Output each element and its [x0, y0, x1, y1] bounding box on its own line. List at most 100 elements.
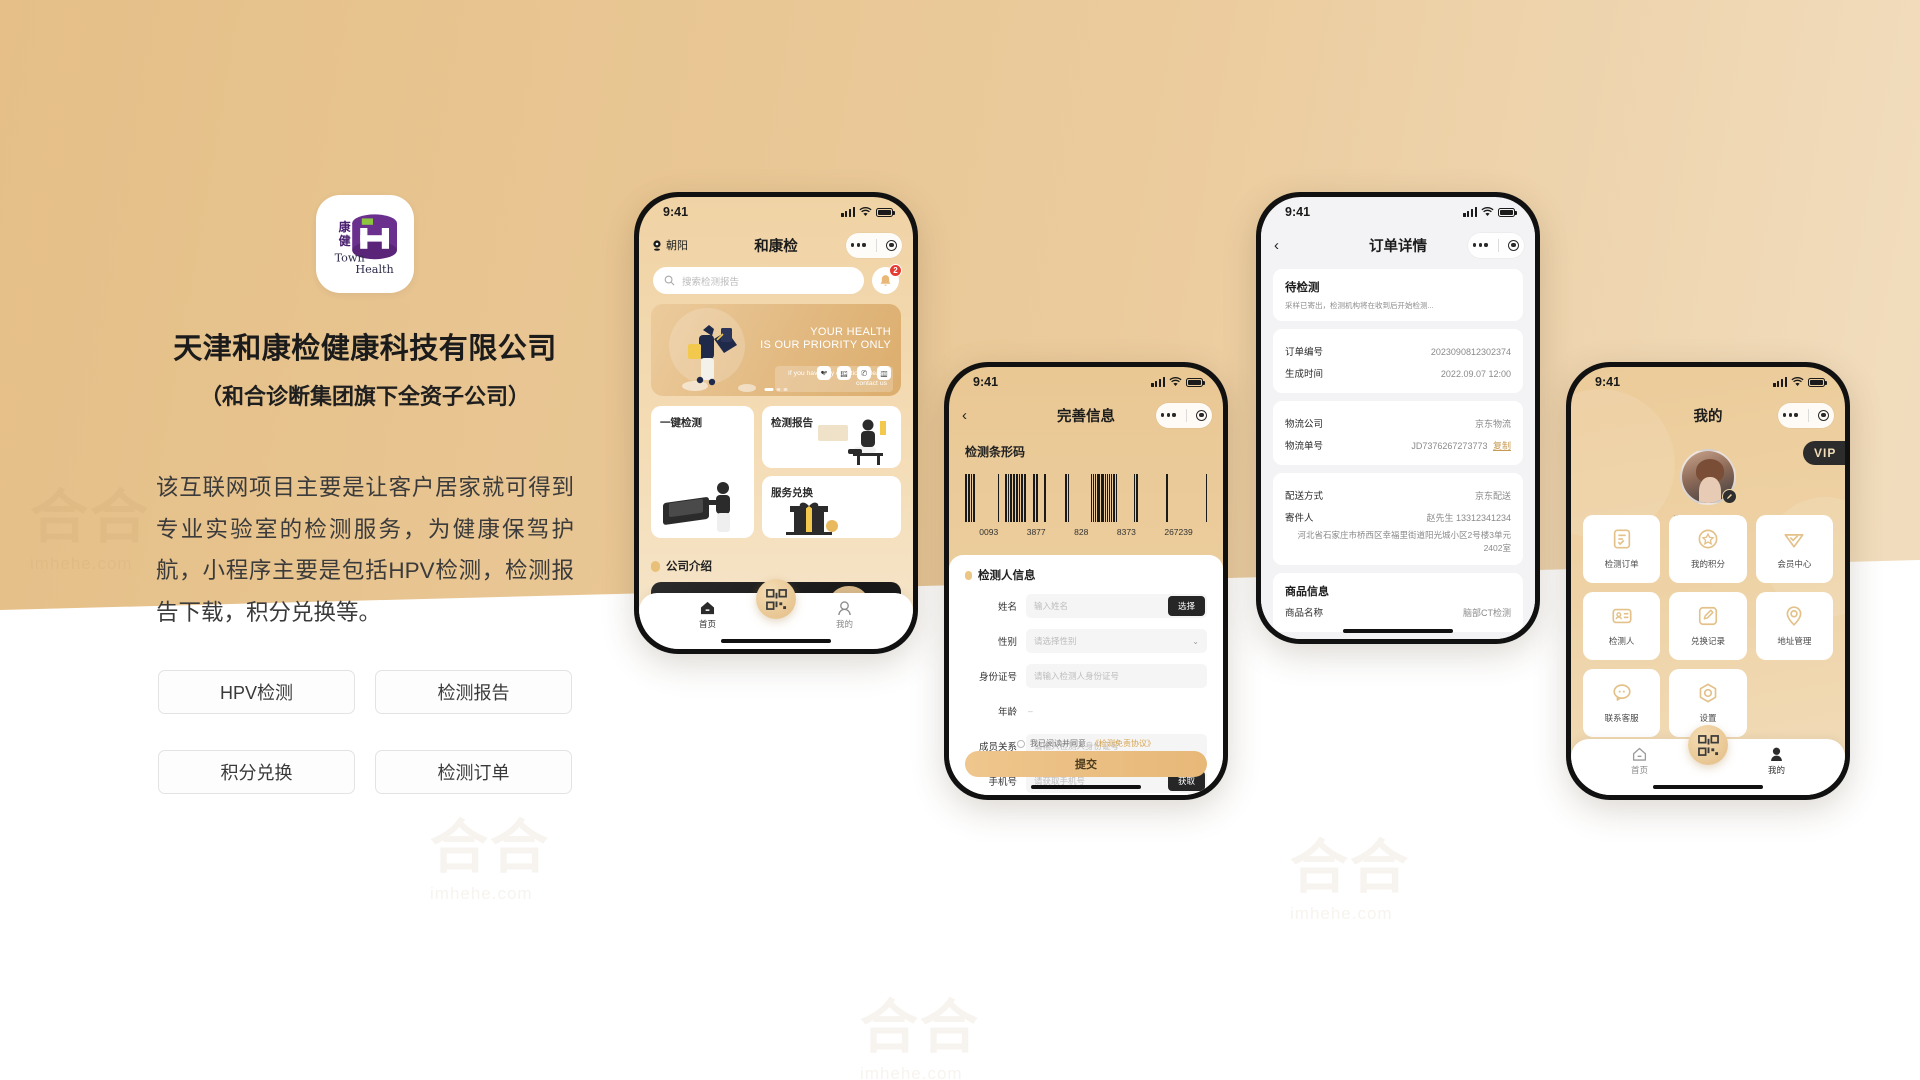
nav-bar: 朝阳 和康检: [639, 227, 913, 263]
section-title: 公司介绍: [666, 561, 712, 573]
scan-button[interactable]: [756, 579, 796, 619]
nav-bar: 我的: [1571, 397, 1845, 433]
name-input[interactable]: 输入姓名 选择: [1026, 594, 1207, 618]
wechat-capsule[interactable]: [1468, 232, 1524, 258]
menu-item-tester[interactable]: 检测人: [1583, 592, 1661, 660]
row-key: 商品名称: [1285, 607, 1324, 619]
battery-icon: [1186, 377, 1206, 387]
search-input[interactable]: 搜索检测报告: [653, 267, 864, 294]
bottom-tab-bar: 首页 我的: [639, 579, 913, 649]
placeholder-text: –: [1028, 706, 1033, 716]
wechat-capsule[interactable]: [846, 232, 902, 258]
battery-icon: [876, 207, 896, 217]
back-button[interactable]: ‹: [962, 407, 967, 424]
agreement-link[interactable]: 《检测免责协议》: [1091, 738, 1155, 749]
capsule-divider: [1497, 238, 1499, 252]
close-target-icon[interactable]: [886, 239, 898, 251]
menu-item-exchange-history[interactable]: 兑换记录: [1669, 592, 1747, 660]
back-button[interactable]: ‹: [1274, 237, 1279, 254]
avatar-wrapper[interactable]: [1680, 449, 1737, 505]
idcard-input[interactable]: 请输入检测人身份证号: [1026, 664, 1207, 688]
menu-item-membership[interactable]: 会员中心: [1755, 515, 1833, 583]
form-screen: 9:41 ‹ 完善信息 检测条形码 0093 3877 828 8373 267…: [949, 367, 1223, 795]
home-indicator: [1653, 785, 1763, 789]
tab-home[interactable]: 首页: [1571, 747, 1708, 776]
battery-icon: [1808, 377, 1828, 387]
tag-test-order[interactable]: 检测订单: [375, 749, 572, 794]
notification-badge: 2: [889, 264, 902, 277]
more-icon[interactable]: [1472, 243, 1488, 247]
barcode-section: 检测条形码 0093 3877 828 8373 267239: [949, 433, 1223, 551]
age-value: –: [1026, 699, 1207, 723]
menu-item-address[interactable]: 地址管理: [1755, 592, 1833, 660]
watermark: 合合imhehe.com: [860, 995, 981, 1080]
row-value: 赵先生 13312341234: [1426, 513, 1511, 523]
row-value: 脑部CT检测: [1463, 607, 1511, 618]
notification-button[interactable]: 2: [872, 264, 902, 294]
row-key: 寄件人: [1285, 513, 1314, 524]
more-icon[interactable]: [1160, 413, 1176, 417]
close-target-icon[interactable]: [1508, 239, 1520, 251]
status-time: 9:41: [663, 205, 689, 219]
field-age: 年龄 –: [965, 699, 1207, 723]
select-person-button[interactable]: 选择: [1167, 596, 1205, 616]
status-time: 9:41: [1595, 375, 1621, 389]
town-health-logo-icon: 康 健 Town Health: [335, 214, 397, 276]
agreement-checkbox[interactable]: [1017, 739, 1025, 748]
banner-contact-note: If you have any questions please contact…: [775, 366, 893, 392]
menu-label: 设置: [1699, 713, 1717, 723]
menu-item-points[interactable]: 我的积分: [1669, 515, 1747, 583]
location-indicator[interactable]: 朝阳: [652, 237, 688, 253]
tag-test-report[interactable]: 检测报告: [375, 669, 572, 714]
home-indicator: [1343, 629, 1453, 633]
page-title: 订单详情: [1369, 238, 1427, 255]
gender-select[interactable]: 请选择性别 ⌄: [1026, 629, 1207, 653]
tab-label: 我的: [1767, 765, 1785, 775]
order-status-desc: 采样已寄出，检测机构将在收到后开始检测...: [1285, 301, 1434, 310]
tester-form-card: 检测人信息 姓名 输入姓名 选择 性别 请选择性别 ⌄ 身份证号 请输入检测人身…: [949, 555, 1223, 795]
page-title: 完善信息: [1057, 408, 1115, 425]
more-icon[interactable]: [850, 243, 866, 247]
order-body: 待检测 采样已寄出，检测机构将在收到后开始检测... 订单编号 20230908…: [1261, 263, 1535, 639]
project-description: 该互联网项目主要是让客户居家就可得到专业实验室的检测服务，为健康保驾护航，小程序…: [156, 475, 574, 625]
card-one-click-test[interactable]: 一键检测: [651, 406, 754, 538]
edit-avatar-button[interactable]: [1722, 489, 1737, 504]
tracking-number-text: JD7376267273773: [1411, 441, 1488, 451]
wechat-capsule[interactable]: [1778, 402, 1834, 428]
qr-scan-icon: [1697, 734, 1719, 756]
home-icon: [700, 601, 715, 615]
card-service-exchange[interactable]: 服务兑换: [761, 476, 901, 538]
menu-item-orders[interactable]: 检测订单: [1583, 515, 1661, 583]
company-logo: 康 健 Town Health: [316, 195, 414, 293]
home-indicator: [1031, 785, 1141, 789]
row-key: 订单编号: [1285, 347, 1324, 358]
row-value: JD7376267273773 复制: [1411, 439, 1511, 452]
card-test-report[interactable]: 检测报告: [761, 406, 901, 468]
promo-banner[interactable]: YOUR HEALTH IS OUR PRIORITY ONLY ❤ ▤ ✆ ▥…: [651, 304, 901, 396]
tag-points-exchange[interactable]: 积分兑换: [158, 749, 355, 794]
tab-profile[interactable]: 我的: [1708, 747, 1845, 776]
menu-item-support[interactable]: 联系客服: [1583, 669, 1661, 737]
edit-note-icon: [1698, 606, 1718, 626]
close-target-icon[interactable]: [1818, 409, 1830, 421]
barcode-seg: 8373: [1116, 527, 1136, 537]
vip-badge: VIP: [1803, 441, 1845, 465]
field-gender: 性别 请选择性别 ⌄: [965, 629, 1207, 653]
delivery-address: 河北省石家庄市桥西区幸福里街道阳光城小区2号楼3单元2402室: [1297, 530, 1511, 553]
tab-home[interactable]: 首页: [639, 601, 776, 630]
logistics-card: 物流公司 京东物流 物流单号 JD7376267273773 复制: [1273, 401, 1523, 465]
svg-text:康: 康: [339, 219, 352, 234]
placeholder-text: 请输入检测人身份证号: [1034, 671, 1120, 681]
wifi-icon: [1169, 377, 1182, 386]
location-label: 朝阳: [666, 240, 688, 252]
copy-button[interactable]: 复制: [1493, 441, 1511, 451]
scan-button[interactable]: [1688, 725, 1728, 765]
wechat-capsule[interactable]: [1156, 402, 1212, 428]
tab-profile[interactable]: 我的: [776, 601, 913, 630]
more-icon[interactable]: [1782, 413, 1798, 417]
submit-button[interactable]: 提交: [965, 751, 1207, 777]
row-value: 京东配送: [1474, 491, 1511, 501]
id-card-icon: [1612, 608, 1632, 624]
close-target-icon[interactable]: [1196, 409, 1208, 421]
tag-hpv-test[interactable]: HPV检测: [158, 669, 355, 714]
